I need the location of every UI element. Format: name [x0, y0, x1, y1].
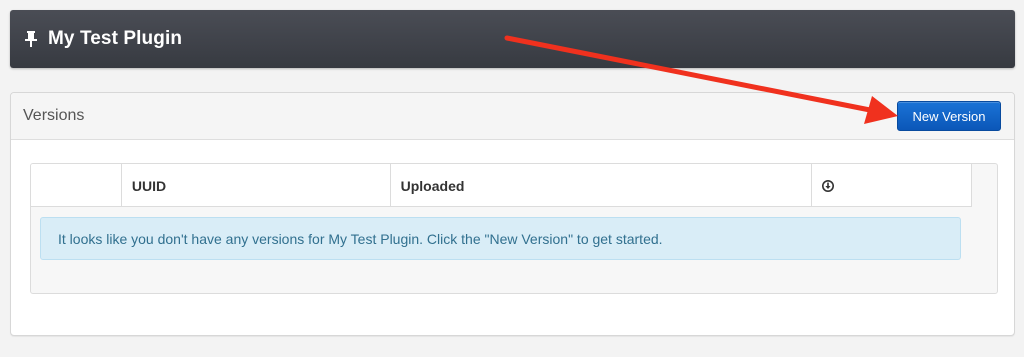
column-header-uploaded: Uploaded	[391, 164, 813, 207]
empty-versions-alert: It looks like you don't have any version…	[40, 217, 961, 260]
versions-table: UUID Uploaded It looks like you don't ha…	[30, 163, 998, 294]
table-header-row: UUID Uploaded	[31, 164, 972, 207]
versions-panel-heading: Versions New Version	[11, 93, 1014, 140]
column-header-uuid: UUID	[122, 164, 391, 207]
new-version-button[interactable]: New Version	[897, 101, 1001, 131]
versions-title: Versions	[23, 107, 85, 124]
plugin-header: My Test Plugin	[10, 10, 1015, 68]
column-header-download	[812, 164, 971, 207]
pin-icon	[24, 30, 38, 48]
column-header-blank	[31, 164, 122, 207]
page-title: My Test Plugin	[48, 28, 183, 49]
download-icon	[822, 179, 835, 192]
versions-panel: Versions New Version UUID Uploaded It lo…	[10, 92, 1015, 336]
